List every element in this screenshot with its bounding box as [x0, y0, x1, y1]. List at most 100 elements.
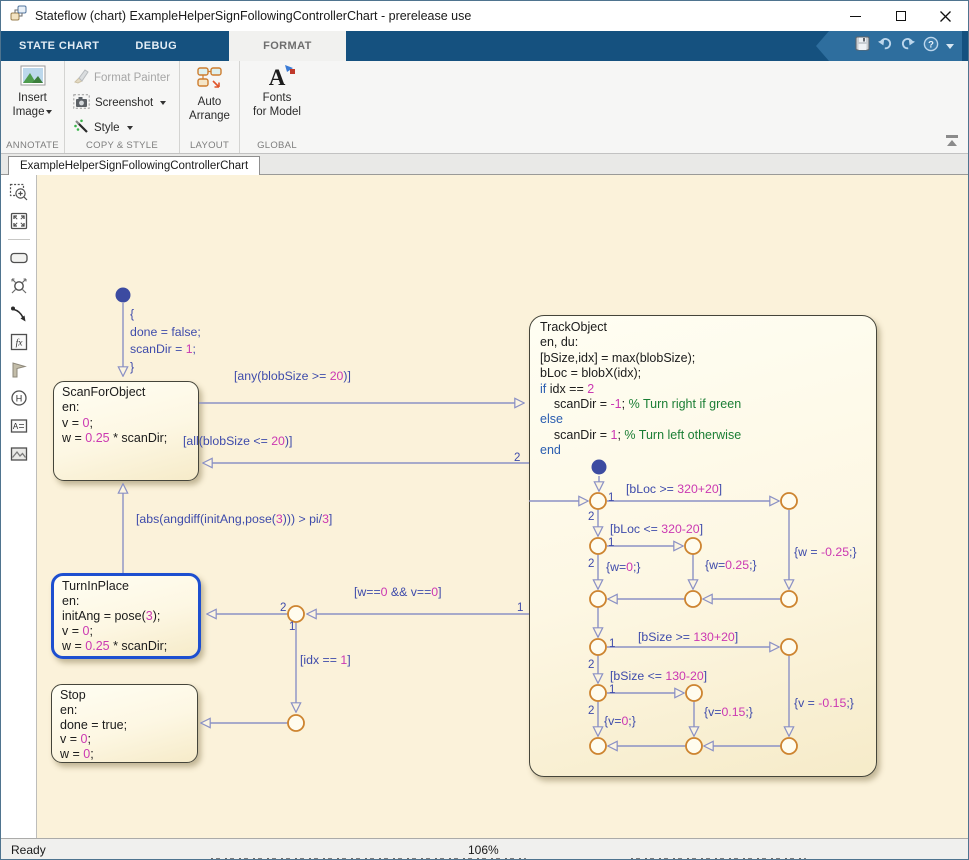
- style-label: Style: [94, 122, 120, 134]
- transition-tool[interactable]: [1, 300, 37, 328]
- transition-label-bsize2[interactable]: [bSize <= 130-20]: [610, 669, 707, 683]
- fonts-label-2: for Model: [253, 105, 301, 119]
- tab-state-chart[interactable]: STATE CHART: [1, 31, 117, 61]
- save-icon[interactable]: [855, 36, 870, 56]
- svg-text:H: H: [16, 393, 23, 403]
- auto-arrange-label-1: Auto: [198, 95, 222, 109]
- group-caption-layout: LAYOUT: [180, 140, 239, 151]
- state-turninplace[interactable]: TurnInPlaceen:initAng = pose(3);v = 0;w …: [51, 573, 201, 659]
- screenshot-button[interactable]: Screenshot: [65, 90, 179, 115]
- auto-arrange-button[interactable]: Auto Arrange: [180, 65, 239, 123]
- branch-number: 1: [517, 602, 523, 614]
- junction-tool[interactable]: [1, 272, 37, 300]
- branch-number: 2: [514, 452, 520, 464]
- screenshot-icon: [73, 94, 90, 112]
- transition-label-vneg[interactable]: {v = -0.15;}: [794, 696, 854, 710]
- transition-label-init[interactable]: {done = false;scanDir = 1;}: [130, 306, 201, 376]
- history-junction-tool[interactable]: H: [1, 384, 37, 412]
- fonts-for-model-button[interactable]: A Fonts for Model: [240, 65, 314, 119]
- insert-image-label-2: Image: [13, 105, 45, 119]
- branch-number: 2: [588, 511, 594, 523]
- style-button[interactable]: Style: [65, 115, 179, 140]
- state-turninplace-code: TurnInPlaceen:initAng = pose(3);v = 0;w …: [54, 576, 198, 654]
- fit-to-view-tool[interactable]: [1, 207, 37, 235]
- undo-icon[interactable]: [877, 36, 893, 56]
- branch-number: 2: [280, 602, 286, 614]
- transition-label-wv[interactable]: [w==0 && v==0]: [354, 585, 442, 599]
- format-painter-icon: [73, 68, 89, 87]
- auto-arrange-label-2: Arrange: [189, 109, 230, 123]
- dropdown-arrow-icon: [46, 110, 52, 114]
- simulink-function-tool[interactable]: [1, 356, 37, 384]
- group-caption-annotate: ANNOTATE: [1, 140, 64, 151]
- stateflow-editor-window: Stateflow (chart) ExampleHelperSignFollo…: [0, 0, 969, 860]
- screenshot-label: Screenshot: [95, 97, 153, 109]
- tab-debug[interactable]: DEBUG: [117, 31, 195, 61]
- junction[interactable]: [288, 606, 304, 622]
- format-painter-label: Format Painter: [94, 72, 170, 84]
- svg-text:?: ?: [928, 39, 934, 50]
- chart-canvas[interactable]: ScanForObjecten:v = 0;w = 0.25 * scanDir…: [37, 175, 968, 838]
- transition-label-idx[interactable]: [idx == 1]: [300, 653, 351, 667]
- zoom-select-tool[interactable]: [1, 179, 37, 207]
- tab-format[interactable]: FORMAT: [229, 31, 346, 61]
- default-transition-dot[interactable]: [116, 288, 131, 303]
- transition-label-bloc2[interactable]: [bLoc <= 320-20]: [610, 522, 703, 536]
- branch-number: 2: [588, 659, 594, 671]
- maximize-button[interactable]: [878, 1, 923, 31]
- state-scanforobject-code: ScanForObjecten:v = 0;w = 0.25 * scanDir…: [54, 382, 198, 447]
- state-trackobject-code: TrackObjecten, du:[bSize,idx] = max(blob…: [530, 316, 876, 459]
- ribbon-tab-strip: STATE CHART DEBUG FORMAT: [1, 31, 968, 61]
- image-tool[interactable]: [1, 440, 37, 468]
- transition-label-bloc1[interactable]: [bLoc >= 320+20]: [626, 482, 722, 496]
- insert-image-icon: [20, 65, 46, 91]
- minimize-button[interactable]: [833, 1, 878, 31]
- palette-divider: [8, 239, 30, 240]
- status-bar: Ready 106%: [1, 838, 968, 860]
- branch-number: 1: [608, 492, 614, 504]
- group-caption-global: GLOBAL: [240, 140, 314, 151]
- collapse-ribbon-button[interactable]: [944, 135, 960, 148]
- transition-label-bsize1[interactable]: [bSize >= 130+20]: [638, 630, 738, 644]
- function-tool[interactable]: fx: [1, 328, 37, 356]
- transition-label-all[interactable]: [all(blobSize <= 20)]: [183, 434, 292, 448]
- junction[interactable]: [288, 715, 304, 731]
- document-tab[interactable]: ExampleHelperSignFollowingControllerChar…: [8, 156, 260, 175]
- help-icon[interactable]: ?: [923, 36, 939, 57]
- insert-image-button[interactable]: Insert Image: [1, 65, 64, 119]
- branch-number: 1: [609, 638, 615, 650]
- document-tab-bar: ExampleHelperSignFollowingControllerChar…: [1, 154, 968, 175]
- transition-label-v15[interactable]: {v=0.15;}: [704, 705, 753, 719]
- quick-access-more-icon[interactable]: [946, 44, 954, 49]
- branch-number: 1: [608, 537, 614, 549]
- branch-number: 2: [588, 558, 594, 570]
- ribbon: Insert Image ANNOTATE Format Painter: [1, 61, 968, 154]
- transition-label-w25[interactable]: {w=0.25;}: [705, 558, 757, 572]
- transition-label-any[interactable]: [any(blobSize >= 20)]: [234, 369, 351, 383]
- transition-label-angdiff[interactable]: [abs(angdiff(initAng,pose(3))) > pi/3]: [136, 512, 332, 526]
- close-button[interactable]: [923, 1, 968, 31]
- titlebar: Stateflow (chart) ExampleHelperSignFollo…: [1, 1, 968, 31]
- zoom-level: 106%: [468, 843, 499, 857]
- state-scanforobject[interactable]: ScanForObjecten:v = 0;w = 0.25 * scanDir…: [53, 381, 199, 481]
- state-tool[interactable]: [1, 244, 37, 272]
- redo-icon[interactable]: [900, 36, 916, 56]
- state-stop[interactable]: Stopen:done = true;v = 0;w = 0;: [51, 684, 198, 763]
- fonts-label-1: Fonts: [263, 91, 292, 105]
- tool-palette: fx H A: [1, 175, 37, 838]
- insert-image-label-1: Insert: [18, 91, 47, 105]
- branch-number: 1: [289, 621, 295, 633]
- dropdown-arrow-icon: [160, 101, 166, 105]
- status-text: Ready: [11, 843, 46, 857]
- style-icon: [73, 118, 89, 137]
- svg-text:A: A: [13, 422, 19, 431]
- svg-text:fx: fx: [16, 338, 24, 349]
- quick-access-toolbar: ?: [816, 31, 962, 61]
- annotation-tool[interactable]: A: [1, 412, 37, 440]
- auto-arrange-icon: [196, 65, 224, 95]
- format-painter-button[interactable]: Format Painter: [65, 65, 179, 90]
- window-title: Stateflow (chart) ExampleHelperSignFollo…: [35, 9, 471, 23]
- transition-label-v0[interactable]: {v=0;}: [604, 714, 636, 728]
- transition-label-w0[interactable]: {w=0;}: [606, 560, 641, 574]
- transition-label-wneg[interactable]: {w = -0.25;}: [794, 545, 857, 559]
